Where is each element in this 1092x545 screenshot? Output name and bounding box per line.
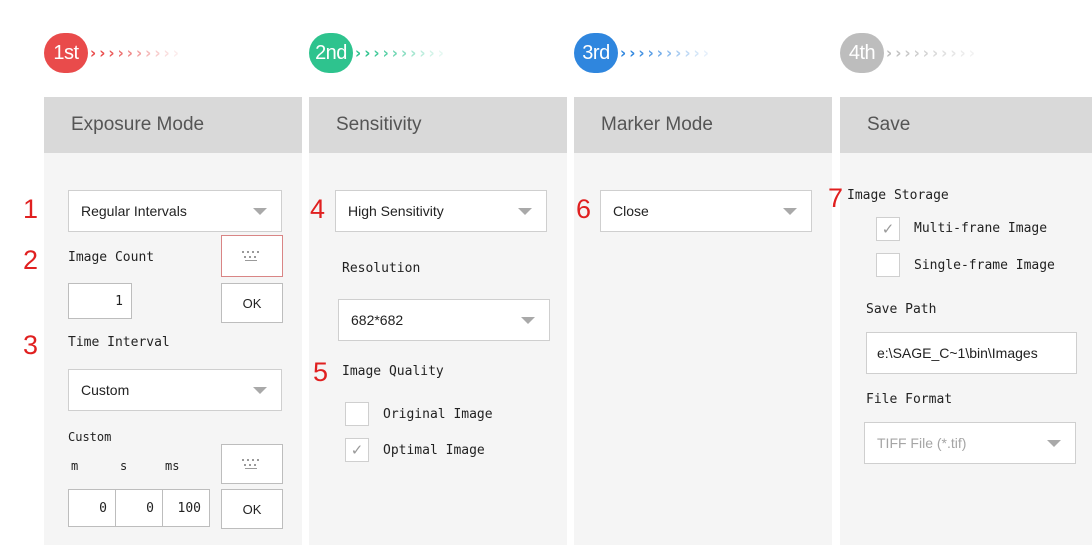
check-icon: ✓ [881, 220, 895, 238]
sensitivity-dropdown[interactable]: High Sensitivity [335, 190, 547, 232]
optimal-image-checkbox[interactable]: ✓ [345, 438, 369, 462]
exposure-mode-dropdown-value: Regular Intervals [81, 203, 187, 219]
step-4: 4th › › › › › › › › › › [840, 33, 978, 73]
single-frame-image-checkbox[interactable] [876, 253, 900, 277]
original-image-checkbox[interactable] [345, 402, 369, 426]
step-3: 3rd › › › › › › › › › › [574, 33, 712, 73]
unit-minutes-label: m [71, 459, 79, 473]
image-quality-label: Image Quality [342, 364, 444, 379]
resolution-label: Resolution [342, 261, 421, 276]
resolution-dropdown[interactable]: 682*682 [338, 299, 550, 341]
image-storage-label: Image Storage [847, 188, 949, 203]
chevron-trail-icon: › › › › › › › › › › [620, 44, 710, 62]
time-interval-dropdown-value: Custom [81, 382, 130, 398]
annotation-1: 1 [23, 194, 39, 224]
caret-down-icon [518, 208, 532, 215]
custom-minutes-input[interactable]: 0 [68, 489, 116, 527]
save-path-label: Save Path [866, 302, 937, 317]
caret-down-icon [253, 387, 267, 394]
multi-frame-image-checkbox[interactable]: ✓ [876, 217, 900, 241]
step-1: 1st › › › › › › › › › › [44, 33, 182, 73]
custom-seconds-input[interactable]: 0 [115, 489, 163, 527]
sensitivity-title: Sensitivity [309, 97, 567, 153]
sensitivity-dropdown-value: High Sensitivity [348, 203, 444, 219]
marker-mode-dropdown-value: Close [613, 203, 649, 219]
single-frame-image-label: Single-frame Image [914, 258, 1055, 273]
save-title: Save [840, 97, 1092, 153]
file-format-dropdown[interactable]: TIFF File (*.tif) [864, 422, 1076, 464]
save-panel: Save [840, 97, 1092, 545]
marker-mode-dropdown[interactable]: Close [600, 190, 812, 232]
exposure-mode-dropdown[interactable]: Regular Intervals [68, 190, 282, 232]
file-format-dropdown-value: TIFF File (*.tif) [877, 435, 967, 451]
marker-mode-panel: Marker Mode [574, 97, 832, 545]
chevron-trail-icon: › › › › › › › › › › [355, 44, 445, 62]
image-count-label: Image Count [68, 250, 155, 265]
caret-down-icon [1047, 440, 1061, 447]
optimal-image-label: Optimal Image [383, 443, 485, 458]
annotation-2: 2 [23, 245, 39, 275]
custom-milliseconds-input[interactable]: 100 [162, 489, 210, 527]
annotation-5: 5 [313, 357, 329, 387]
image-count-input[interactable]: 1 [68, 283, 132, 319]
image-count-keyboard-button[interactable] [221, 235, 283, 277]
multi-frame-image-label: Multi-frane Image [914, 221, 1048, 236]
annotation-7: 7 [828, 183, 844, 213]
unit-seconds-label: s [120, 459, 128, 473]
resolution-dropdown-value: 682*682 [351, 312, 404, 328]
keyboard-icon [242, 251, 262, 261]
file-format-label: File Format [866, 392, 953, 407]
custom-ok-button[interactable]: OK [221, 489, 283, 529]
caret-down-icon [253, 208, 267, 215]
exposure-mode-title: Exposure Mode [44, 97, 302, 153]
image-count-ok-button[interactable]: OK [221, 283, 283, 323]
original-image-label: Original Image [383, 407, 493, 422]
chevron-trail-icon: › › › › › › › › › › [90, 44, 180, 62]
step-2-badge: 2nd [309, 33, 353, 73]
caret-down-icon [521, 317, 535, 324]
time-interval-label: Time Interval [68, 335, 170, 350]
custom-label: Custom [68, 430, 112, 444]
step-2: 2nd › › › › › › › › › › [309, 33, 447, 73]
annotation-3: 3 [23, 330, 39, 360]
check-icon: ✓ [350, 441, 364, 459]
annotation-6: 6 [576, 194, 592, 224]
caret-down-icon [783, 208, 797, 215]
step-3-badge: 3rd [574, 33, 618, 73]
unit-milliseconds-label: ms [165, 459, 180, 473]
time-interval-dropdown[interactable]: Custom [68, 369, 282, 411]
step-1-badge: 1st [44, 33, 88, 73]
custom-keyboard-button[interactable] [221, 444, 283, 484]
annotation-4: 4 [310, 194, 326, 224]
chevron-trail-icon: › › › › › › › › › › [886, 44, 976, 62]
keyboard-icon [242, 459, 262, 469]
marker-mode-title: Marker Mode [574, 97, 832, 153]
step-4-badge: 4th [840, 33, 884, 73]
save-path-input[interactable]: e:\SAGE_C~1\bin\Images [866, 332, 1077, 374]
